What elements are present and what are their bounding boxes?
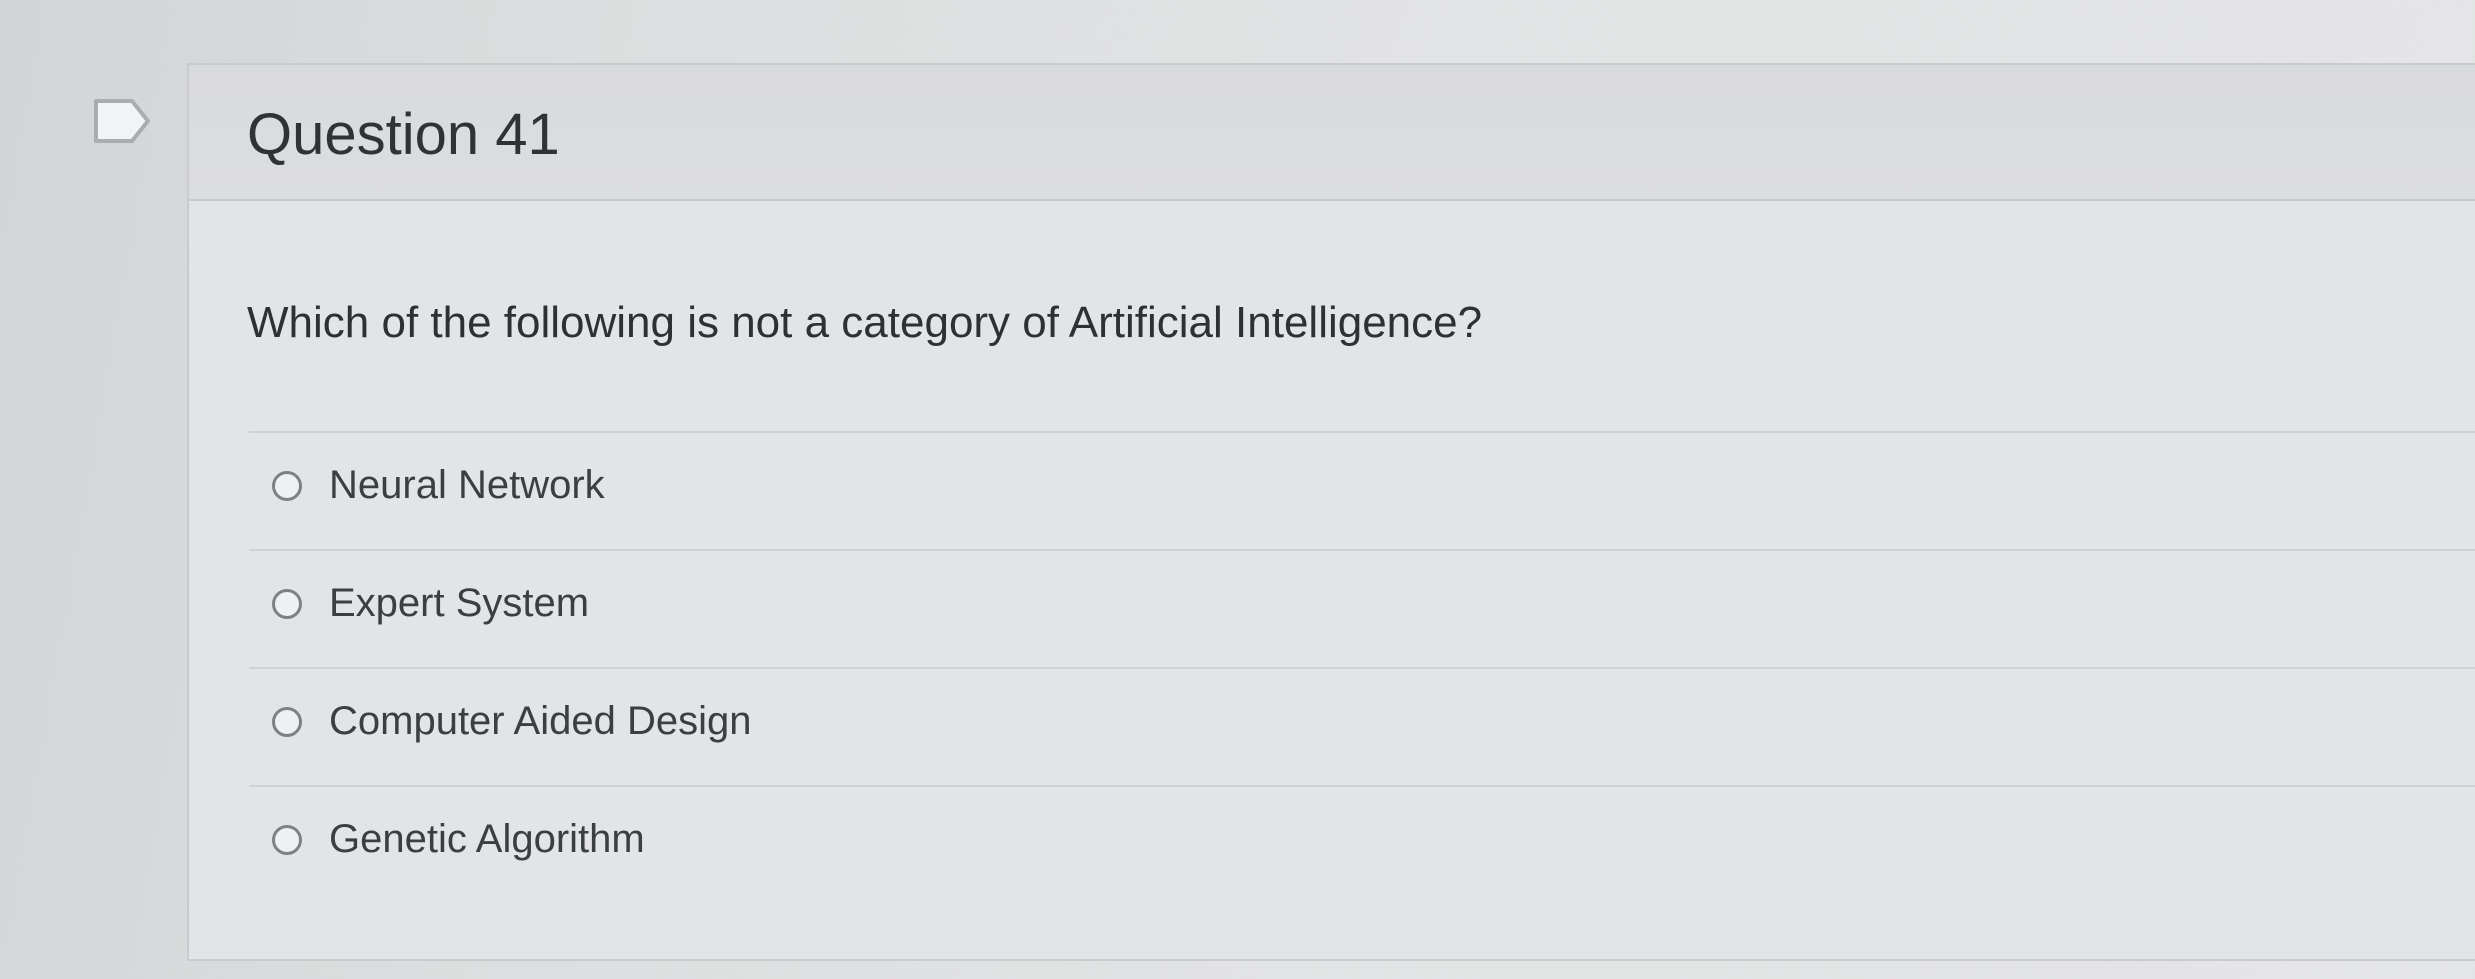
radio-button[interactable]	[272, 707, 302, 737]
flag-question-icon[interactable]	[92, 97, 154, 145]
answer-label[interactable]: Expert System	[329, 581, 589, 626]
answer-option[interactable]: Computer Aided Design	[249, 667, 2475, 785]
question-title: Question 41	[247, 102, 560, 167]
answer-list: Neural Network Expert System Computer Ai…	[249, 431, 2475, 903]
question-card: Question 41 Which of the following is no…	[187, 63, 2475, 961]
radio-button[interactable]	[272, 471, 302, 501]
answer-label[interactable]: Neural Network	[329, 463, 605, 508]
answer-option[interactable]: Neural Network	[249, 431, 2475, 549]
question-prompt: Which of the following is not a category…	[247, 298, 1483, 347]
radio-button[interactable]	[272, 825, 302, 855]
answer-option[interactable]: Genetic Algorithm	[249, 785, 2475, 903]
answer-label[interactable]: Genetic Algorithm	[329, 817, 645, 862]
answer-label[interactable]: Computer Aided Design	[329, 699, 751, 744]
answer-option[interactable]: Expert System	[249, 549, 2475, 667]
radio-button[interactable]	[272, 589, 302, 619]
question-header: Question 41	[189, 65, 2475, 201]
